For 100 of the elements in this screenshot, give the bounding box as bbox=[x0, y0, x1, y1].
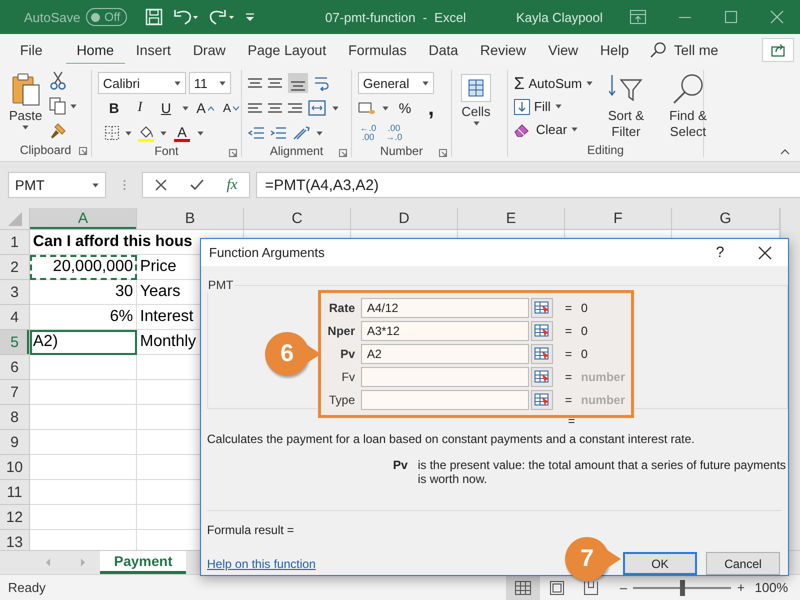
sort-filter-button[interactable]: Sort & Filter bbox=[597, 70, 655, 142]
cancel-icon[interactable] bbox=[154, 179, 167, 191]
range-picker-icon[interactable] bbox=[531, 367, 553, 387]
ribbon-tab[interactable]: Formulas bbox=[337, 34, 418, 66]
zoom-level[interactable]: 100% bbox=[754, 580, 788, 595]
view-button[interactable] bbox=[506, 575, 540, 600]
caret-icon[interactable] bbox=[182, 106, 189, 110]
clear-button[interactable]: Clear bbox=[514, 118, 593, 141]
help-button[interactable]: ? bbox=[712, 244, 728, 261]
row-header[interactable]: 8 bbox=[0, 405, 30, 430]
row-header[interactable]: 12 bbox=[0, 505, 30, 530]
check-icon[interactable] bbox=[190, 179, 204, 191]
argument-field[interactable]: A4/12 bbox=[361, 298, 529, 318]
table-cell[interactable] bbox=[30, 455, 137, 480]
table-cell[interactable]: 6% bbox=[30, 305, 137, 330]
caret-icon[interactable] bbox=[571, 127, 578, 132]
table-cell[interactable] bbox=[30, 505, 137, 530]
column-header[interactable]: A bbox=[30, 208, 137, 230]
merge-icon[interactable] bbox=[308, 100, 326, 116]
middle-align-icon[interactable] bbox=[268, 76, 282, 90]
collapse-ribbon-icon[interactable] bbox=[780, 149, 790, 155]
column-header[interactable]: C bbox=[244, 208, 351, 230]
column-header[interactable]: B bbox=[137, 208, 244, 230]
increase-indent-icon[interactable] bbox=[270, 126, 286, 140]
bottom-align-icon[interactable] bbox=[288, 73, 308, 93]
customize-icon[interactable] bbox=[245, 12, 256, 22]
font-color-button[interactable]: A bbox=[172, 122, 192, 144]
ribbon-tab[interactable]: Draw bbox=[182, 34, 237, 66]
ribbon-tab[interactable]: Review bbox=[469, 34, 538, 66]
ok-button[interactable]: OK bbox=[623, 552, 697, 575]
argument-field[interactable]: A2 bbox=[361, 344, 529, 364]
format-painter-icon[interactable] bbox=[49, 122, 68, 140]
sheet-tab[interactable]: Payment bbox=[100, 551, 186, 574]
caret-icon[interactable] bbox=[125, 130, 132, 136]
row-header[interactable]: 5 bbox=[0, 330, 30, 355]
dialog-launcher-icon[interactable] bbox=[79, 147, 87, 155]
caret-icon[interactable] bbox=[332, 106, 339, 110]
percent-button[interactable]: % bbox=[395, 97, 415, 119]
ribbon-tab[interactable]: Insert bbox=[124, 34, 182, 66]
table-cell[interactable] bbox=[30, 380, 137, 405]
ribbon-tab[interactable]: Help bbox=[589, 34, 640, 66]
decrease-indent-icon[interactable] bbox=[248, 126, 264, 140]
column-header[interactable]: E bbox=[458, 208, 565, 230]
row-header[interactable]: 6 bbox=[0, 355, 30, 380]
caret-icon[interactable] bbox=[382, 106, 389, 110]
center-icon[interactable] bbox=[268, 101, 282, 115]
caret-icon[interactable] bbox=[586, 81, 593, 86]
fill-color-icon[interactable] bbox=[137, 124, 155, 142]
dialog-launcher-icon[interactable] bbox=[229, 149, 237, 157]
copy-icon[interactable] bbox=[49, 97, 68, 115]
cancel-button[interactable]: Cancel bbox=[706, 552, 780, 575]
align-right-icon[interactable] bbox=[288, 101, 302, 115]
font-size-dropdown[interactable]: 11 bbox=[189, 72, 231, 94]
row-header[interactable]: 4 bbox=[0, 305, 30, 330]
argument-field[interactable] bbox=[361, 390, 529, 410]
save-icon[interactable] bbox=[145, 8, 164, 26]
font-name-dropdown[interactable]: Calibri bbox=[98, 72, 186, 94]
range-picker-icon[interactable] bbox=[531, 298, 553, 318]
search-icon[interactable] bbox=[650, 42, 666, 58]
caret-icon[interactable] bbox=[92, 182, 99, 188]
cells-button[interactable]: Cells bbox=[458, 72, 494, 139]
range-picker-icon[interactable] bbox=[531, 344, 553, 364]
row-header[interactable]: 11 bbox=[0, 480, 30, 505]
top-align-icon[interactable] bbox=[248, 76, 262, 90]
argument-field[interactable]: A3*12 bbox=[361, 321, 529, 341]
name-box[interactable]: PMT bbox=[8, 172, 106, 198]
table-cell[interactable]: 30 bbox=[30, 280, 137, 305]
align-left-icon[interactable] bbox=[248, 101, 262, 115]
comma-button[interactable]: , bbox=[421, 97, 441, 119]
table-cell[interactable]: 20,000,000 bbox=[30, 255, 137, 280]
bold-button[interactable]: B bbox=[104, 97, 124, 119]
borders-icon[interactable] bbox=[104, 125, 120, 141]
undo-icon[interactable] bbox=[173, 8, 200, 26]
table-icon[interactable] bbox=[461, 74, 491, 102]
range-picker-icon[interactable] bbox=[531, 390, 553, 410]
row-header[interactable]: 10 bbox=[0, 455, 30, 480]
zoom-in-button[interactable]: + bbox=[737, 580, 745, 595]
table-cell[interactable] bbox=[30, 480, 137, 505]
column-header[interactable]: F bbox=[565, 208, 672, 230]
increase-decimal-button[interactable]: ←.0 .00 bbox=[358, 122, 378, 144]
caret-icon[interactable] bbox=[472, 121, 480, 126]
underline-button[interactable]: U bbox=[156, 97, 176, 119]
dialog-launcher-icon[interactable] bbox=[439, 149, 447, 157]
table-cell[interactable] bbox=[30, 355, 137, 380]
column-header[interactable]: D bbox=[351, 208, 458, 230]
insert-function-button[interactable]: fx bbox=[226, 176, 238, 194]
maximize-icon[interactable] bbox=[724, 10, 738, 24]
paste-button[interactable]: Paste bbox=[6, 70, 46, 142]
ribbon-tab[interactable]: File bbox=[20, 34, 54, 66]
row-header[interactable]: 1 bbox=[0, 230, 30, 255]
caret-icon[interactable] bbox=[219, 80, 226, 86]
find-select-button[interactable]: Find & Select bbox=[659, 70, 717, 142]
caret-icon[interactable] bbox=[197, 130, 204, 136]
slider-thumb[interactable] bbox=[680, 580, 686, 596]
accounting-icon[interactable] bbox=[358, 101, 376, 115]
shrink-font-button[interactable]: A bbox=[221, 97, 241, 119]
cut-icon[interactable] bbox=[49, 71, 68, 91]
grow-font-button[interactable]: A bbox=[195, 97, 215, 119]
italic-button[interactable]: I bbox=[130, 97, 150, 119]
caret-icon[interactable] bbox=[422, 80, 429, 86]
